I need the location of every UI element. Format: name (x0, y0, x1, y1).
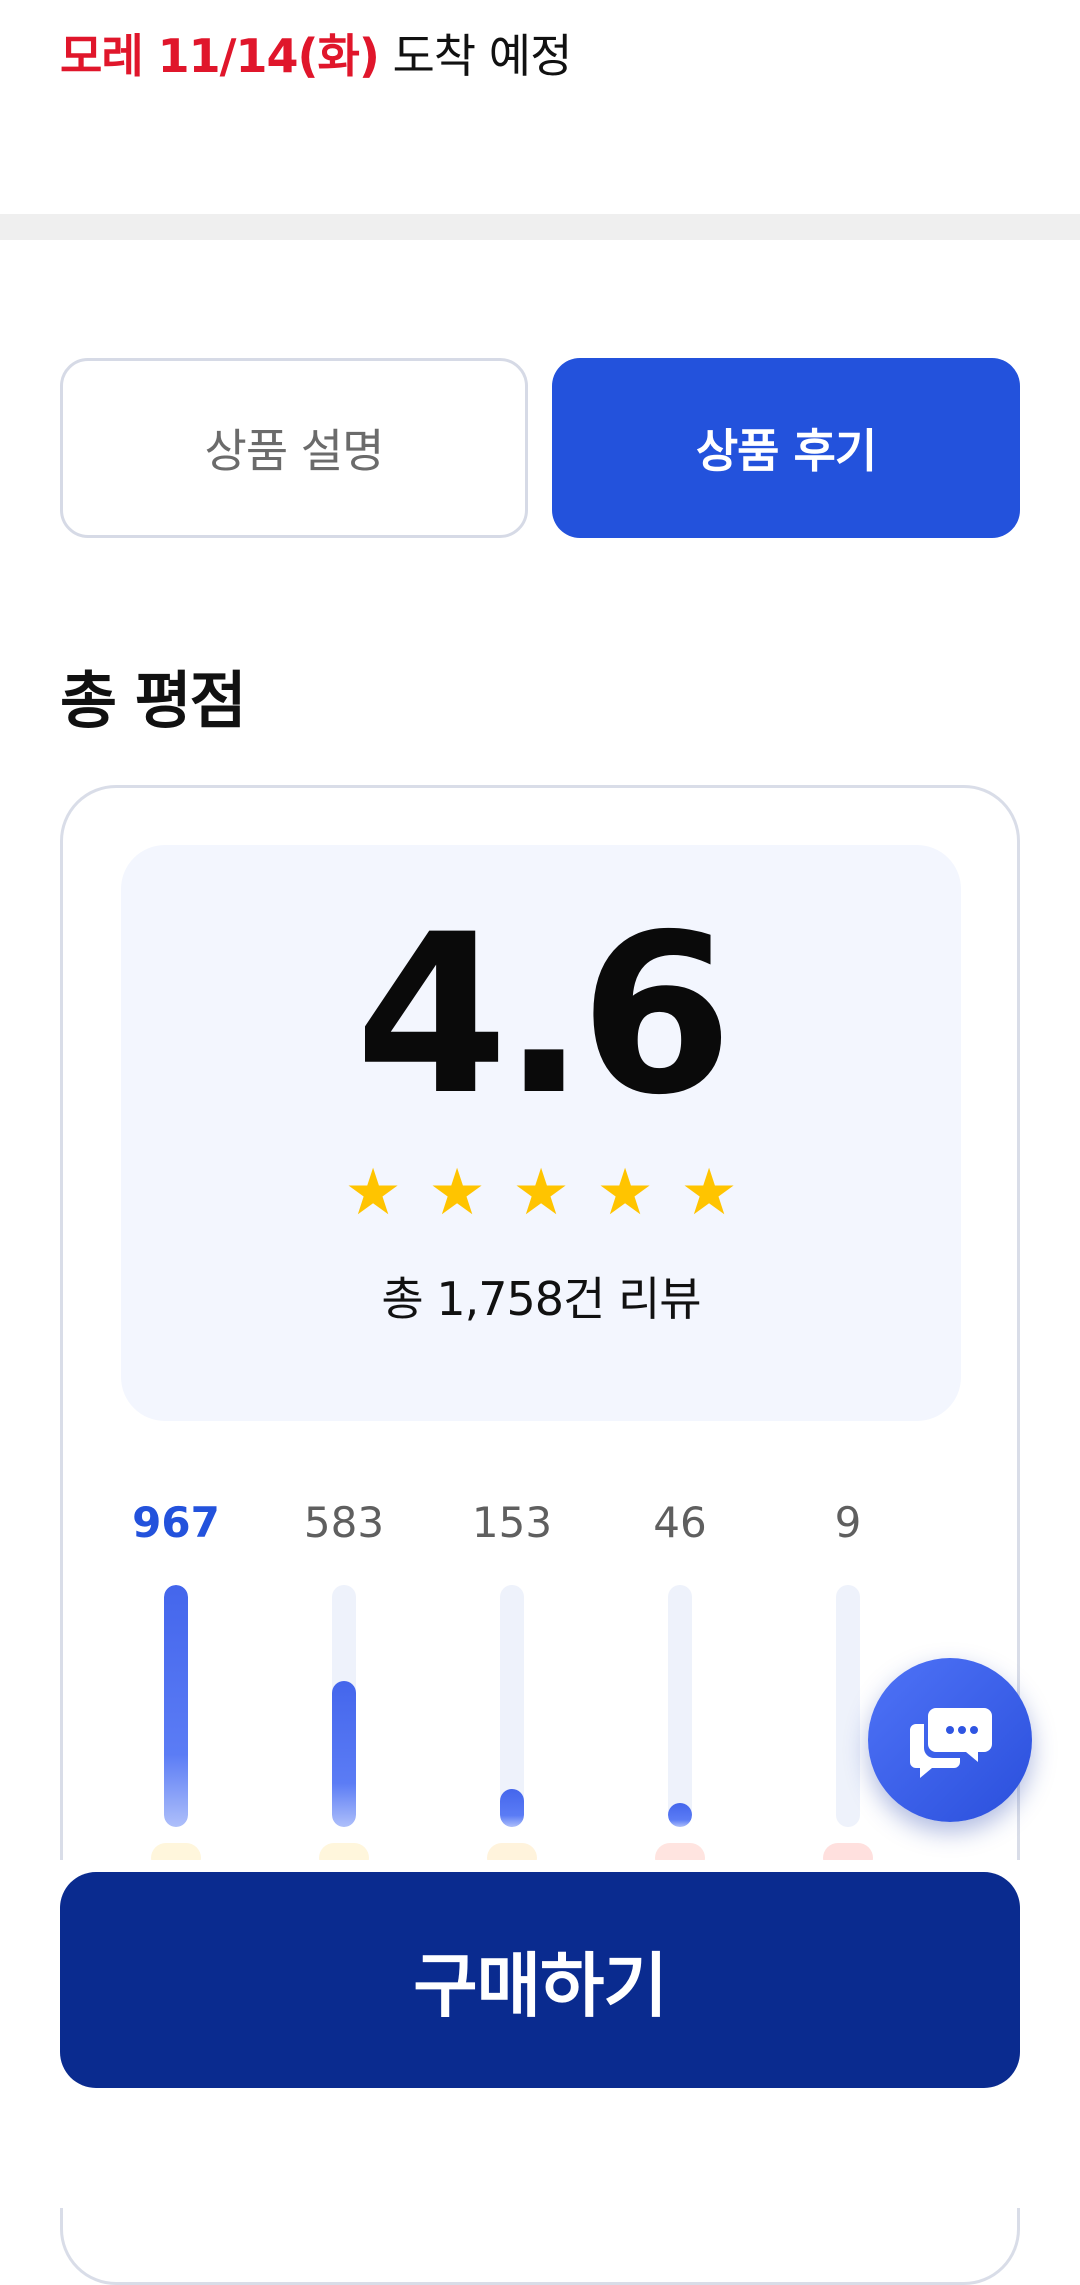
distribution-column-4: 583 (289, 1498, 399, 1873)
tab-product-description[interactable]: 상품 설명 (60, 358, 528, 538)
distribution-bar (668, 1803, 692, 1827)
distribution-count: 46 (653, 1498, 707, 1547)
score-summary: 4.6 ★ ★ ★ ★ ★ 총 1,758건 리뷰 (121, 845, 961, 1421)
star-icon: ★ (680, 1156, 738, 1230)
average-score: 4.6 (355, 887, 733, 1143)
chat-button[interactable] (868, 1658, 1032, 1822)
section-divider (0, 214, 1080, 240)
delivery-info: 모레 11/14(화) 도착 예정 (60, 20, 572, 86)
star-icon: ★ (344, 1156, 402, 1230)
review-count: 총 1,758건 리뷰 (381, 1272, 701, 1326)
distribution-column-5: 967 (121, 1498, 231, 1873)
distribution-column-3: 153 (457, 1498, 567, 1873)
chat-icon (910, 1708, 992, 1778)
distribution-bar (332, 1681, 356, 1827)
star-icon: ★ (512, 1156, 570, 1230)
star-rating: ★ ★ ★ ★ ★ (121, 1156, 961, 1230)
distribution-count: 9 (834, 1498, 862, 1547)
distribution-bar-track (668, 1585, 692, 1827)
rating-title: 총 평점 (60, 664, 247, 737)
delivery-status: 도착 예정 (378, 29, 572, 83)
distribution-count: 967 (132, 1498, 220, 1547)
distribution-bar (164, 1585, 188, 1827)
distribution-bar-track (164, 1585, 188, 1827)
distribution-column-1: 9 (793, 1498, 903, 1873)
distribution-bar-track (836, 1585, 860, 1827)
delivery-date: 모레 11/14(화) (60, 29, 380, 83)
distribution-bar-track (500, 1585, 524, 1827)
distribution-count: 153 (471, 1498, 553, 1547)
tab-product-reviews[interactable]: 상품 후기 (552, 358, 1020, 538)
star-icon: ★ (596, 1156, 654, 1230)
star-icon: ★ (428, 1156, 486, 1230)
rating-distribution: 967 583 153 46 9 (121, 1498, 961, 1873)
buy-button[interactable]: 구매하기 (60, 1872, 1020, 2088)
distribution-column-2: 46 (625, 1498, 735, 1873)
distribution-count: 583 (303, 1498, 385, 1547)
distribution-bar-track (332, 1585, 356, 1827)
distribution-bar (500, 1789, 524, 1827)
